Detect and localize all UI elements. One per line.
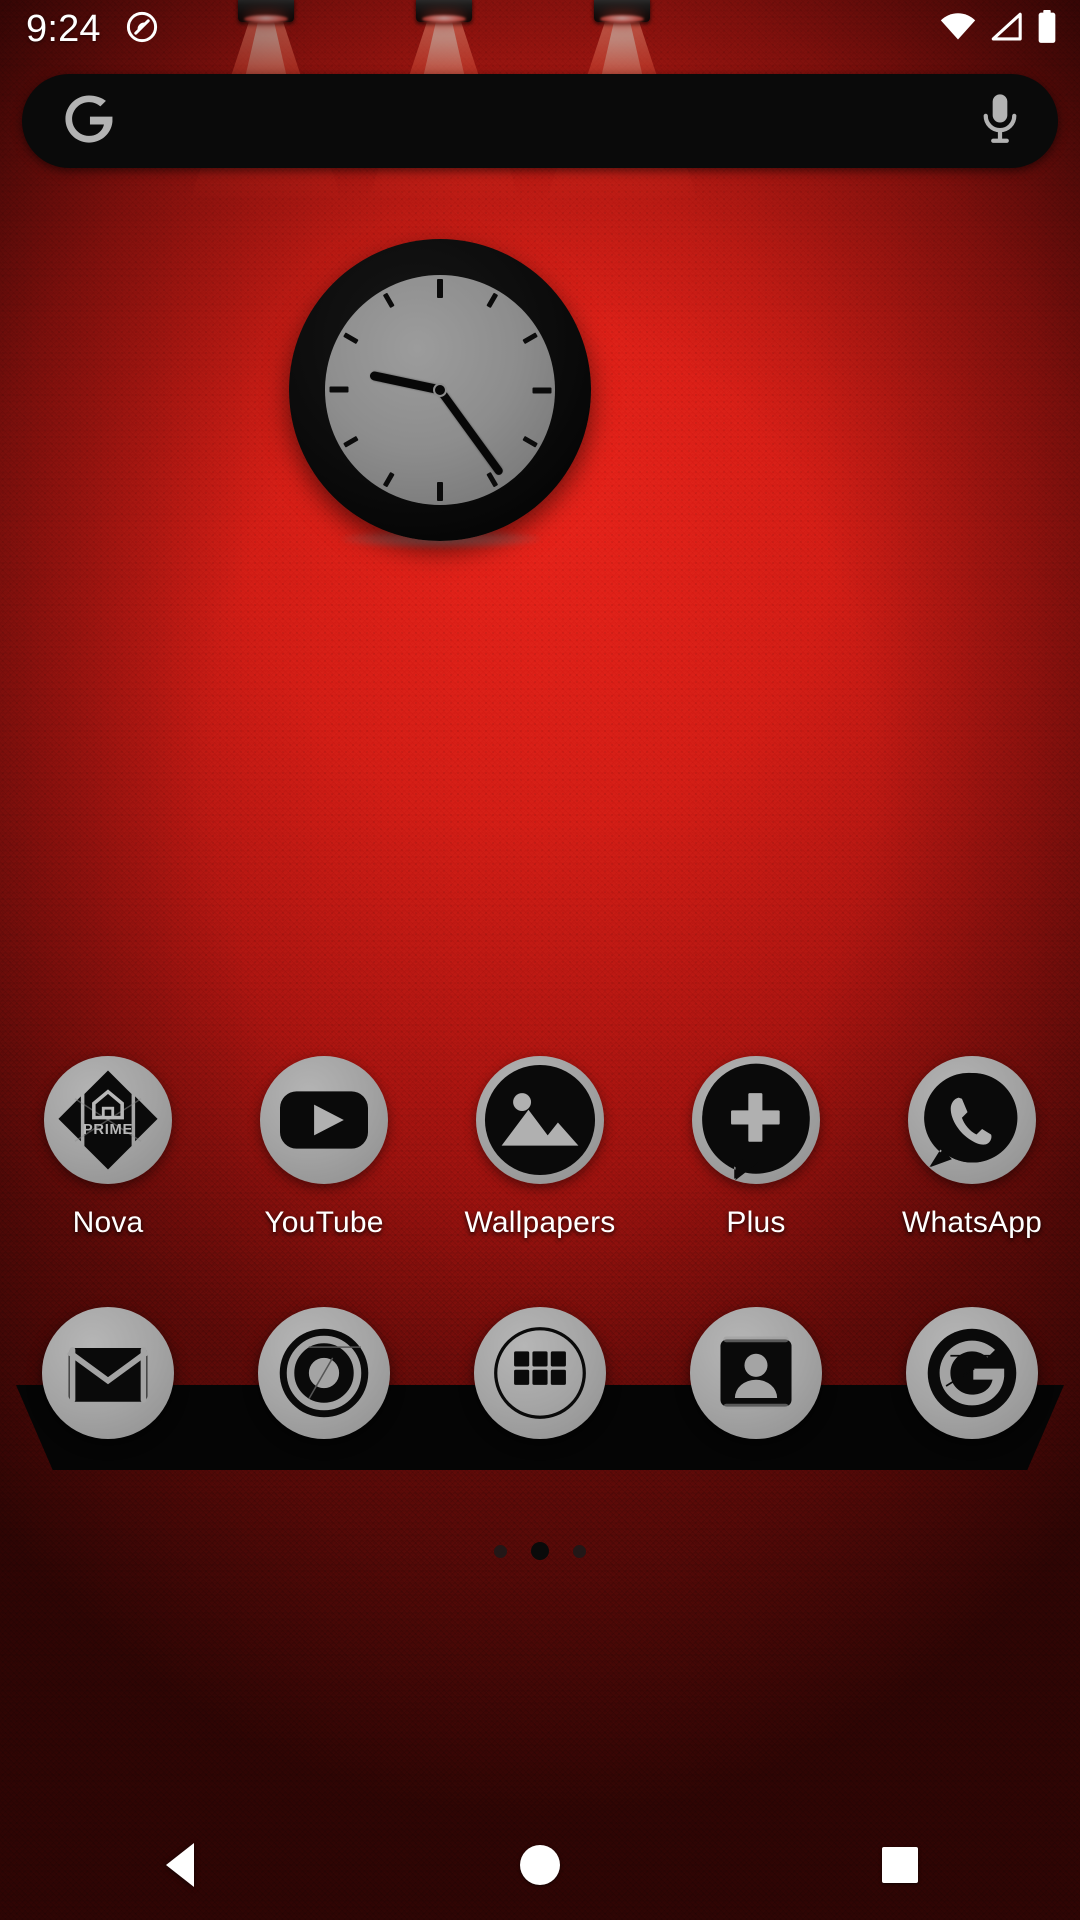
status-bar: 9:24 — [0, 0, 1080, 58]
dock-icon-app-drawer[interactable] — [432, 1303, 648, 1443]
back-triangle-icon — [166, 1843, 194, 1887]
home-circle-icon — [520, 1845, 560, 1885]
svg-text:PRIME: PRIME — [83, 1122, 133, 1138]
microphone-icon[interactable] — [976, 92, 1024, 151]
page-dot-2[interactable] — [531, 1542, 549, 1560]
google-search-bar[interactable] — [22, 74, 1058, 168]
home-screen: 9:24 PRIME Nova YouTube Wallpapers Plus … — [0, 0, 1080, 1920]
app-icon-whatsapp[interactable]: WhatsApp — [864, 1056, 1080, 1256]
clock-face — [325, 275, 555, 505]
clock-minute-hand — [436, 387, 505, 477]
app-label: Wallpapers — [464, 1206, 616, 1239]
do-not-disturb-icon — [125, 10, 159, 49]
clock-tick-3 — [440, 387, 555, 393]
chrome-icon — [258, 1307, 390, 1439]
youtube-icon — [260, 1056, 388, 1184]
home-page-indicator[interactable] — [0, 1542, 1080, 1560]
wallpapers-icon — [476, 1056, 604, 1184]
app-label: Nova — [72, 1206, 144, 1239]
clock-tick-6 — [437, 390, 443, 505]
analog-clock-widget[interactable] — [289, 239, 591, 559]
dock — [0, 1303, 1080, 1443]
navigation-bar — [0, 1810, 1080, 1920]
google-g-icon — [906, 1307, 1038, 1439]
dock-icon-chrome[interactable] — [216, 1303, 432, 1443]
dock-icon-contacts[interactable] — [648, 1303, 864, 1443]
app-label: WhatsApp — [902, 1206, 1042, 1239]
app-icon-youtube[interactable]: YouTube — [216, 1056, 432, 1256]
cellular-signal-icon — [989, 12, 1023, 47]
whatsapp-icon — [908, 1056, 1036, 1184]
page-dot-3[interactable] — [573, 1544, 586, 1558]
app-icon-wallpapers[interactable]: Wallpapers — [432, 1056, 648, 1256]
status-bar-left: 9:24 — [26, 10, 159, 49]
dock-icon-gmail[interactable] — [0, 1303, 216, 1443]
status-bar-clock: 9:24 — [26, 8, 101, 50]
app-icon-plus[interactable]: Plus — [648, 1056, 864, 1256]
gmail-icon — [42, 1307, 174, 1439]
app-drawer-icon — [474, 1307, 606, 1439]
status-bar-right — [940, 9, 1058, 49]
dock-icon-google[interactable] — [864, 1303, 1080, 1443]
nav-back-button[interactable] — [0, 1843, 360, 1887]
contacts-icon — [690, 1307, 822, 1439]
wifi-icon — [940, 12, 976, 47]
nav-home-button[interactable] — [360, 1845, 720, 1885]
nav-recents-button[interactable] — [720, 1847, 1080, 1883]
search-input[interactable] — [118, 74, 976, 168]
app-icon-nova[interactable]: PRIME Nova — [0, 1056, 216, 1256]
nova-prime-icon: PRIME — [44, 1056, 172, 1184]
plus-bubble-icon — [692, 1056, 820, 1184]
page-dot-1[interactable] — [494, 1544, 507, 1558]
app-label: Plus — [726, 1206, 786, 1239]
google-g-logo-icon — [60, 90, 118, 153]
clock-center-hub — [433, 383, 447, 397]
recents-square-icon — [882, 1847, 918, 1883]
app-label: YouTube — [264, 1206, 384, 1239]
clock-bezel — [289, 239, 591, 541]
battery-icon — [1036, 9, 1058, 49]
app-row: PRIME Nova YouTube Wallpapers Plus Whats… — [0, 1056, 1080, 1256]
clock-tick-12 — [437, 275, 443, 390]
